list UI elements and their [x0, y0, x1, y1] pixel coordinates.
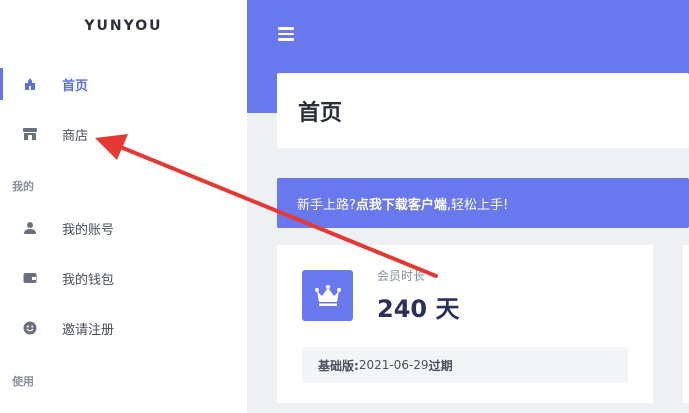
membership-duration-label: 会员时长	[377, 269, 426, 283]
sidebar: YUNYOU 首页 商店 我的 我的账号 我的钱包 邀请注册 使用	[0, 0, 247, 413]
sidebar-item-account[interactable]: 我的账号	[0, 208, 247, 248]
menu-icon[interactable]	[278, 27, 294, 41]
sidebar-item-label: 首页	[62, 78, 89, 94]
client-download-banner: 新手上路? 点我下载客户端 ,轻松上手!	[277, 178, 689, 228]
banner-suffix: ,轻松上手!	[446, 197, 509, 213]
section-title-use: 使用	[12, 375, 34, 388]
page-header-card: 首页	[277, 73, 689, 148]
store-icon	[22, 126, 38, 142]
brand-logo[interactable]: YUNYOU	[0, 18, 247, 34]
sidebar-item-wallet[interactable]: 我的钱包	[0, 258, 247, 298]
section-title-mine: 我的	[12, 180, 34, 193]
sidebar-item-shop[interactable]: 商店	[0, 114, 247, 154]
wallet-icon	[22, 270, 38, 286]
membership-duration-value: 240 天	[377, 295, 460, 323]
smile-icon	[22, 320, 38, 336]
banner-prefix: 新手上路?	[297, 197, 356, 213]
sidebar-item-invite[interactable]: 邀请注册	[0, 308, 247, 348]
home-icon	[22, 76, 38, 92]
user-icon	[22, 220, 38, 236]
plan-status: 过期	[428, 358, 453, 373]
sidebar-item-label: 我的钱包	[62, 272, 115, 288]
plan-name: 基础版:	[318, 358, 359, 373]
sidebar-item-label: 商店	[62, 128, 89, 144]
page-title: 首页	[298, 101, 343, 126]
sidebar-item-label: 我的账号	[62, 222, 115, 238]
membership-card: 会员时长 240 天 基础版: 2021-06-29 过期	[277, 245, 653, 403]
download-client-link[interactable]: 点我下载客户端	[356, 194, 447, 213]
sidebar-item-label: 邀请注册	[62, 322, 115, 338]
next-card-edge	[683, 245, 689, 403]
plan-expiry-date: 2021-06-29	[358, 358, 429, 372]
plan-info: 基础版: 2021-06-29 过期	[302, 347, 628, 383]
sidebar-item-home[interactable]: 首页	[0, 64, 247, 104]
crown-icon	[302, 270, 353, 321]
